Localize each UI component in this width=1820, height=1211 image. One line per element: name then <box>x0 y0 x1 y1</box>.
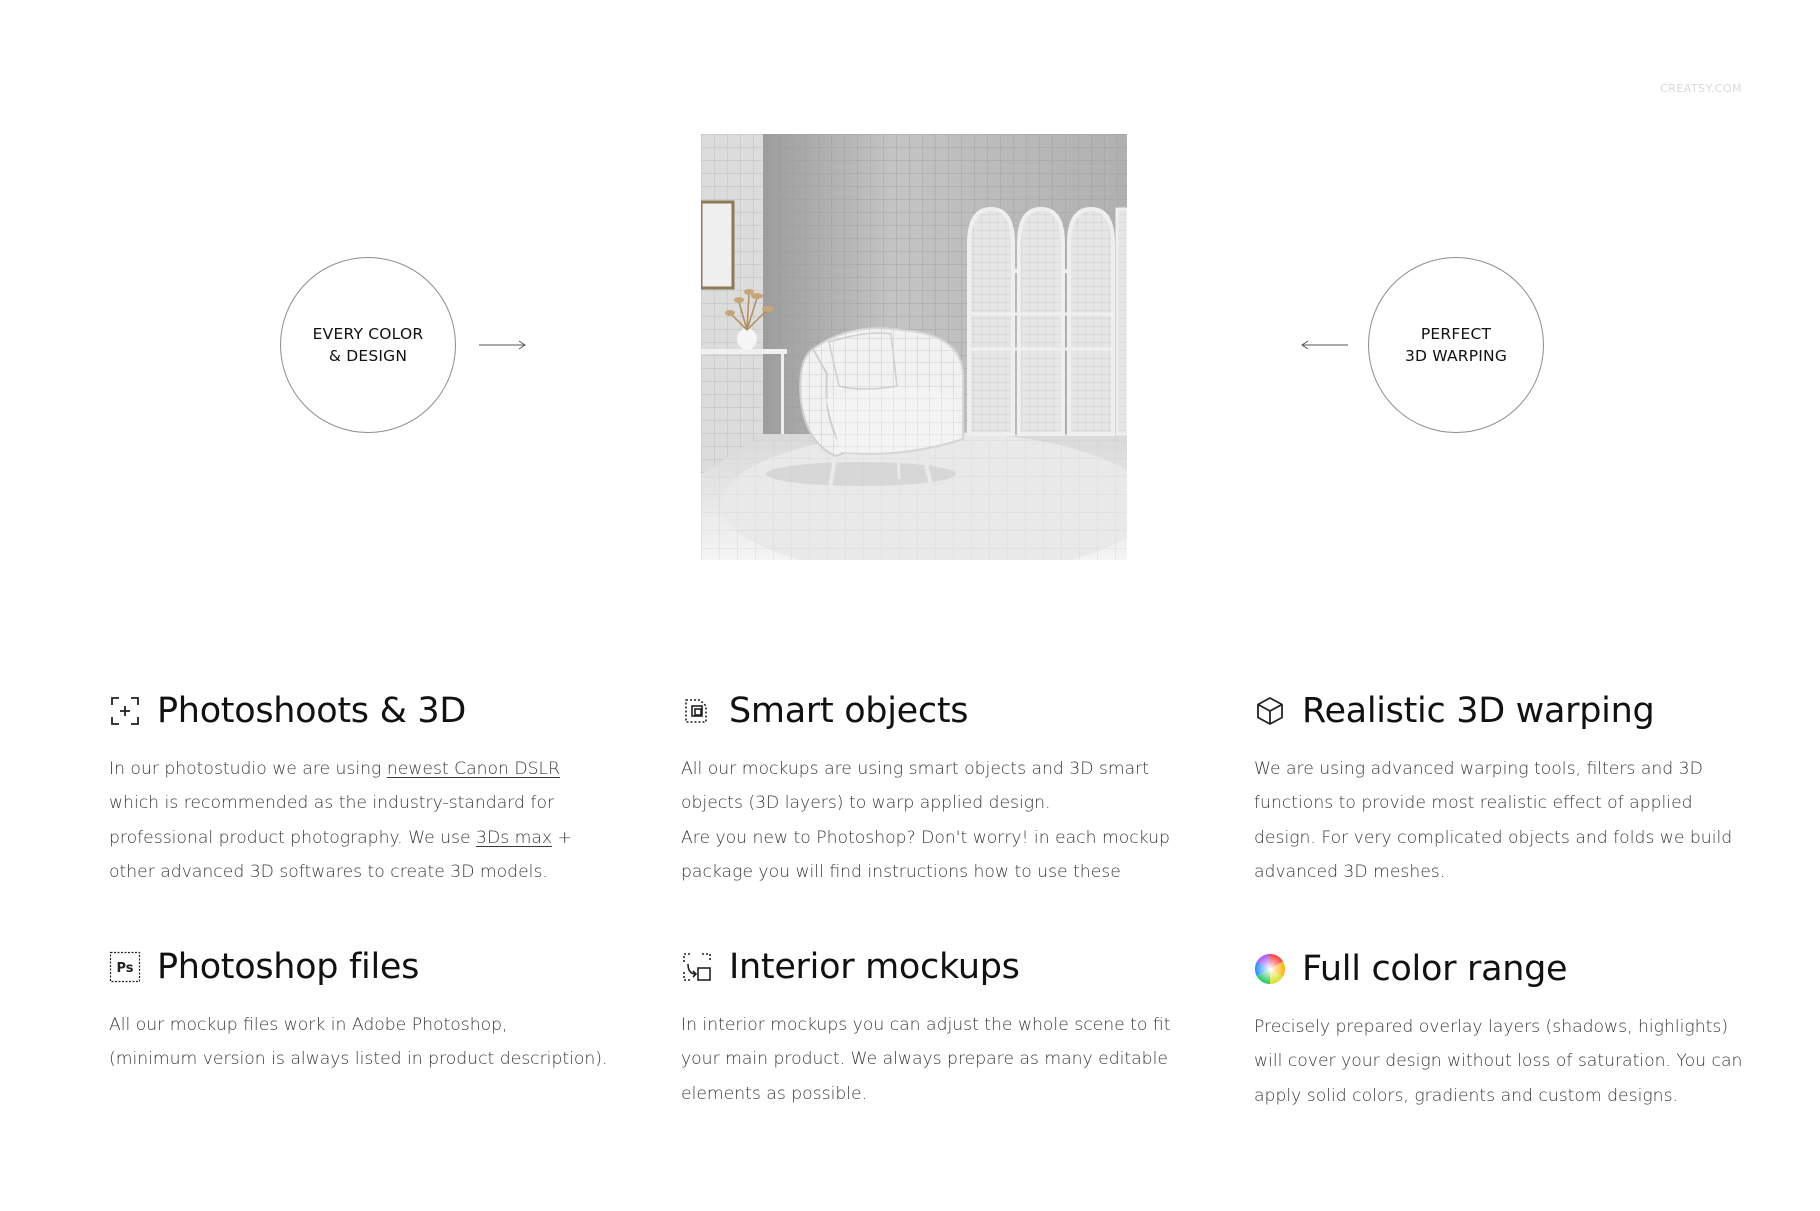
svg-text:Ps: Ps <box>116 961 133 976</box>
text-segment: + <box>552 827 572 848</box>
smart-object-icon <box>681 695 713 727</box>
feature-line: All our mockups are using smart objects … <box>681 759 1149 779</box>
interior-icon <box>681 951 713 983</box>
feature-line: which is recommended as the industry-sta… <box>109 793 555 814</box>
badge-right-line2: 3D WARPING <box>1404 347 1508 365</box>
feature-line: will cover your design without loss of s… <box>1254 1051 1743 1072</box>
feature-description: In our photostudio we are using newest C… <box>109 752 629 889</box>
feature-description: All our mockup files work in Adobe Photo… <box>109 1008 629 1077</box>
feature-title: Realistic 3D warping <box>1302 691 1655 731</box>
feature-line: your main product. We always prepare as … <box>681 1049 1168 1070</box>
badge-left-line1: EVERY COLOR <box>312 325 424 343</box>
feature-3d-warping: Realistic 3D warping We are using advanc… <box>1254 686 1774 889</box>
feature-photoshoots: Photoshoots & 3D In our photostudio we a… <box>109 686 629 889</box>
interior-scene-illustration <box>701 134 1127 560</box>
feature-smart-objects: Smart objects All our mockups are using … <box>681 686 1201 889</box>
feature-line: In interior mockups you can adjust the w… <box>681 1015 1171 1035</box>
arrow-left-icon <box>1301 340 1348 350</box>
feature-line: Precisely prepared overlay layers (shado… <box>1254 1017 1729 1037</box>
feature-line: In our photostudio we are using newest C… <box>109 752 629 786</box>
feature-line: design. For very complicated objects and… <box>1254 827 1733 848</box>
badge-3d-warping: PERFECT 3D WARPING <box>1368 257 1544 433</box>
3ds-max-link[interactable]: 3Ds max <box>476 828 552 848</box>
feature-line: elements as possible. <box>681 1083 868 1104</box>
feature-title: Full color range <box>1302 949 1568 989</box>
color-wheel-icon <box>1254 953 1286 985</box>
feature-description: All our mockups are using smart objects … <box>681 752 1201 889</box>
badge-every-color: EVERY COLOR & DESIGN <box>280 257 456 433</box>
badge-left-line2: & DESIGN <box>328 347 408 365</box>
interior-scene-image <box>701 134 1127 560</box>
feature-line: We are using advanced warping tools, fil… <box>1254 759 1703 779</box>
feature-description: We are using advanced warping tools, fil… <box>1254 752 1774 889</box>
feature-line: (minimum version is always listed in pro… <box>109 1049 608 1070</box>
feature-title: Photoshop files <box>157 947 420 987</box>
arrow-right-icon <box>479 340 526 350</box>
feature-line: professional product photography. We use… <box>109 821 629 855</box>
feature-photoshop-files: Ps Photoshop files All our mockup files … <box>109 942 629 1077</box>
feature-title: Interior mockups <box>729 947 1020 987</box>
feature-line: functions to provide most realistic effe… <box>1254 793 1693 814</box>
feature-line: objects (3D layers) to warp applied desi… <box>681 793 1051 814</box>
feature-line: other advanced 3D softwares to create 3D… <box>109 861 548 882</box>
photoshoot-icon <box>109 695 141 727</box>
feature-title: Photoshoots & 3D <box>157 691 467 731</box>
photoshop-icon: Ps <box>109 951 141 983</box>
feature-line: advanced 3D meshes. <box>1254 861 1446 882</box>
feature-line: All our mockup files work in Adobe Photo… <box>109 1015 508 1035</box>
cube-icon <box>1254 695 1286 727</box>
watermark: CREATSY.COM <box>1660 82 1742 95</box>
feature-full-color-range: Full color range Precisely prepared over… <box>1254 944 1774 1113</box>
feature-title: Smart objects <box>729 691 969 731</box>
feature-description: In interior mockups you can adjust the w… <box>681 1008 1201 1111</box>
feature-line: package you will find instructions how t… <box>681 861 1121 882</box>
text-segment: In our photostudio we are using <box>109 759 387 779</box>
feature-description: Precisely prepared overlay layers (shado… <box>1254 1010 1774 1113</box>
feature-line: apply solid colors, gradients and custom… <box>1254 1085 1678 1106</box>
text-segment: professional product photography. We use <box>109 827 477 848</box>
badge-right-line1: PERFECT <box>1420 325 1492 343</box>
canon-dslr-link[interactable]: newest Canon DSLR <box>387 759 560 779</box>
feature-interior-mockups: Interior mockups In interior mockups you… <box>681 942 1201 1111</box>
feature-line: Are you new to Photoshop? Don't worry! i… <box>681 827 1170 848</box>
